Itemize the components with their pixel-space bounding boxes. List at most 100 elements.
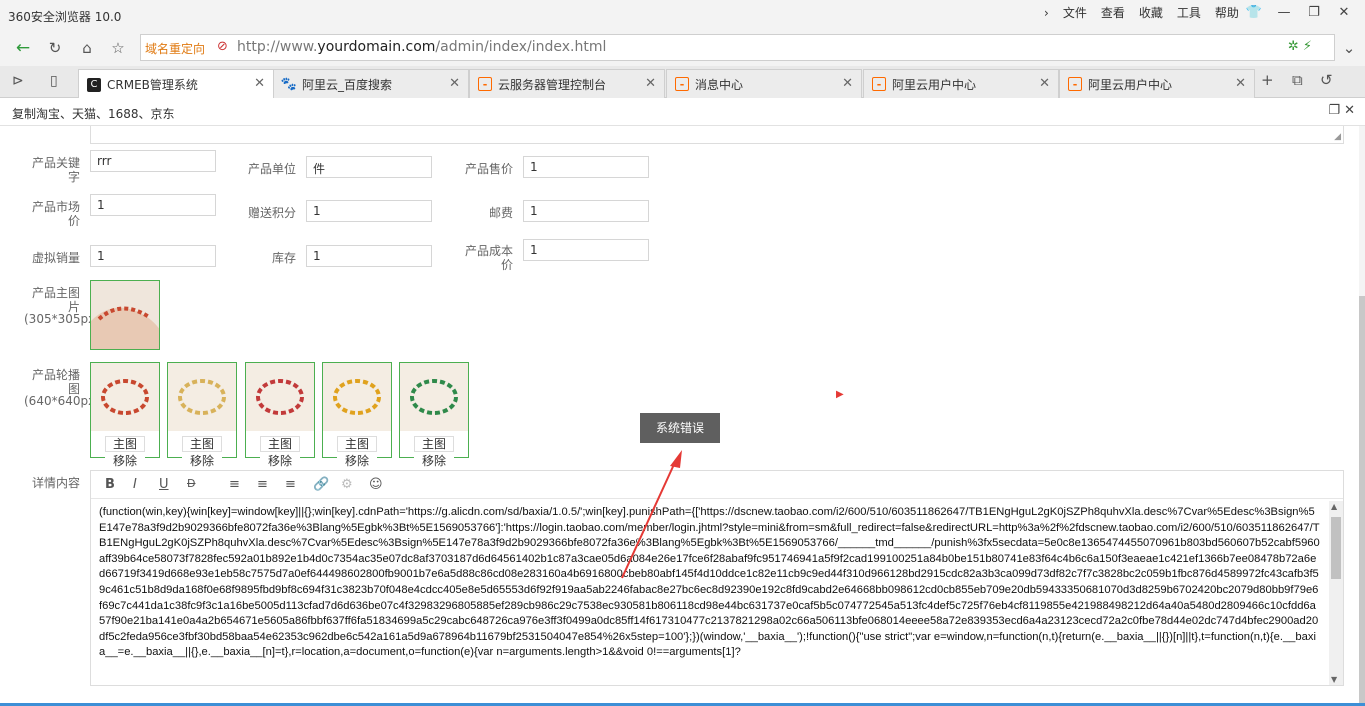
menu-view[interactable]: 查看 [1101,4,1125,21]
restore-close-icons[interactable]: ❐ ✕ [1328,103,1355,118]
tab-label: 阿里云_百度搜索 [302,77,393,92]
chevron-right-icon[interactable]: › [1044,6,1049,20]
bracelet-image [91,281,159,349]
close-tab-icon[interactable]: ✕ [1039,76,1050,91]
tab-aliyun-user-center[interactable]: - 阿里云用户中心 ✕ [863,69,1059,98]
aliyun-icon: - [675,77,689,91]
browser-title: 360安全浏览器 10.0 [8,10,122,24]
emoji-icon[interactable]: ☺ [369,477,383,492]
menu-tools[interactable]: 工具 [1177,4,1201,21]
give-points-label: 赠送积分 [247,206,296,220]
address-toolbar: ← ↻ ⌂ ☆ 域名重定向 ⊘ http://www.yourdomain.co… [0,30,1365,66]
close-tab-icon[interactable]: ✕ [1235,76,1246,91]
strikethrough-icon[interactable]: D [187,477,195,490]
carousel-item[interactable]: 主图 移除 [167,362,237,470]
set-main-image-button[interactable]: 主图 [105,436,145,452]
link-icon[interactable]: 🔗 [313,477,329,492]
page-scrollbar[interactable] [1359,126,1365,706]
remove-image-button[interactable]: 移除 [414,454,454,470]
give-points-input[interactable]: 1 [306,200,432,222]
chevron-down-icon[interactable]: ⌄ [1338,38,1360,58]
editor-scrollbar[interactable]: ▲ ▼ [1329,501,1343,685]
favorites-link[interactable]: 复制淘宝、天猫、1688、京东 [12,105,175,122]
close-tab-icon[interactable]: ✕ [449,76,460,91]
set-main-image-button[interactable]: 主图 [182,436,222,452]
price-input[interactable]: 1 [523,156,649,178]
tab-aliyun-user-center-2[interactable]: - 阿里云用户中心 ✕ [1059,69,1255,98]
menu-file[interactable]: 文件 [1063,4,1087,21]
postage-label: 邮费 [488,206,513,220]
tab-label: 消息中心 [695,77,744,92]
carousel-item[interactable]: 主图 移除 [245,362,315,470]
phone-icon[interactable]: ▯ [50,73,58,89]
carousel-item[interactable]: 主图 移除 [399,362,469,470]
minimize-button[interactable]: — [1269,2,1299,22]
tab-baidu[interactable]: 🐾 阿里云_百度搜索 ✕ [273,69,469,98]
back-icon[interactable]: ← [12,38,34,58]
set-main-image-button[interactable]: 主图 [337,436,377,452]
rich-text-editor[interactable]: B I U D ≡ ≡ ≡ 🔗 ⚙ ☺ (function(win,key){w… [90,470,1344,686]
scroll-up-icon[interactable]: ▲ [1331,502,1337,511]
baidu-paw-icon: 🐾 [280,76,298,92]
align-center-icon[interactable]: ≡ [257,477,268,492]
close-tab-icon[interactable]: ✕ [254,76,265,91]
menu-favorites[interactable]: 收藏 [1139,4,1163,21]
postage-input[interactable]: 1 [523,200,649,222]
editor-content[interactable]: (function(win,key){win[key]=window[key]|… [99,505,1321,685]
refresh-icon[interactable]: ↻ [44,38,66,58]
remove-image-button[interactable]: 移除 [337,454,377,470]
redirect-label[interactable]: 域名重定向 [145,40,205,57]
bracelet-image [323,363,391,431]
stock-input[interactable]: 1 [306,245,432,267]
home-icon[interactable]: ⌂ [76,38,98,58]
bracelet-image [91,363,159,431]
scroll-down-icon[interactable]: ▼ [1331,675,1337,684]
undo-close-icon[interactable]: ↺ [1320,71,1333,89]
italic-icon[interactable]: I [133,477,137,492]
previous-textarea[interactable]: ◢ [90,126,1344,144]
underline-icon[interactable]: U [159,477,169,492]
tab-list-icon[interactable]: ⧉ [1292,71,1303,89]
remove-image-button[interactable]: 移除 [105,454,145,470]
sidebar-toggle-icon[interactable]: ⊳ [12,73,24,89]
remove-image-button[interactable]: 移除 [182,454,222,470]
align-right-icon[interactable]: ≡ [285,477,296,492]
tab-message-center[interactable]: - 消息中心 ✕ [666,69,862,98]
close-tab-icon[interactable]: ✕ [842,76,853,91]
star-icon[interactable]: ☆ [107,38,129,58]
set-main-image-button[interactable]: 主图 [414,436,454,452]
carousel-label: 产品轮播图 [31,368,80,396]
remove-image-button[interactable]: 移除 [260,454,300,470]
scroll-thumb[interactable] [1331,517,1341,579]
address-field[interactable]: 域名重定向 ⊘ http://www.yourdomain.com/admin/… [140,34,1335,61]
bold-icon[interactable]: B [105,477,115,492]
url-text[interactable]: http://www.yourdomain.com/admin/index/in… [237,39,606,55]
carousel-item[interactable]: 主图 移除 [90,362,160,470]
carousel-item[interactable]: 主图 移除 [322,362,392,470]
cost-input[interactable]: 1 [523,239,649,261]
speed-mode-icon[interactable]: ✲ ⚡ [1288,39,1312,54]
editor-toolbar: B I U D ≡ ≡ ≡ 🔗 ⚙ ☺ [91,471,1343,499]
resize-grip-icon[interactable]: ◢ [1334,132,1341,142]
skin-icon[interactable]: 👕 [1239,2,1269,22]
unit-input[interactable]: 件 [306,156,432,178]
price-label: 产品售价 [464,162,513,176]
new-tab-icon[interactable]: + [1261,71,1274,89]
virtual-sales-input[interactable]: 1 [90,245,216,267]
window-controls: 👕 — ❐ ✕ [1239,2,1359,22]
menu-help[interactable]: 帮助 [1215,4,1239,21]
tab-crmeb[interactable]: C CRMEB管理系统 ✕ [78,69,274,99]
page-scroll-thumb[interactable] [1359,296,1365,706]
close-window-button[interactable]: ✕ [1329,2,1359,22]
crmeb-icon: C [87,77,101,92]
market-price-input[interactable]: 1 [90,194,216,216]
set-main-image-button[interactable]: 主图 [260,436,300,452]
tab-ecs-console[interactable]: - 云服务器管理控制台 ✕ [469,69,665,98]
keyword-input[interactable]: rrr [90,150,216,172]
close-tab-icon[interactable]: ✕ [645,76,656,91]
maximize-button[interactable]: ❐ [1299,2,1329,22]
details-label: 详情内容 [31,476,80,490]
unlink-icon[interactable]: ⚙ [341,477,353,492]
align-left-icon[interactable]: ≡ [229,477,240,492]
main-image-thumbnail[interactable] [90,280,160,350]
